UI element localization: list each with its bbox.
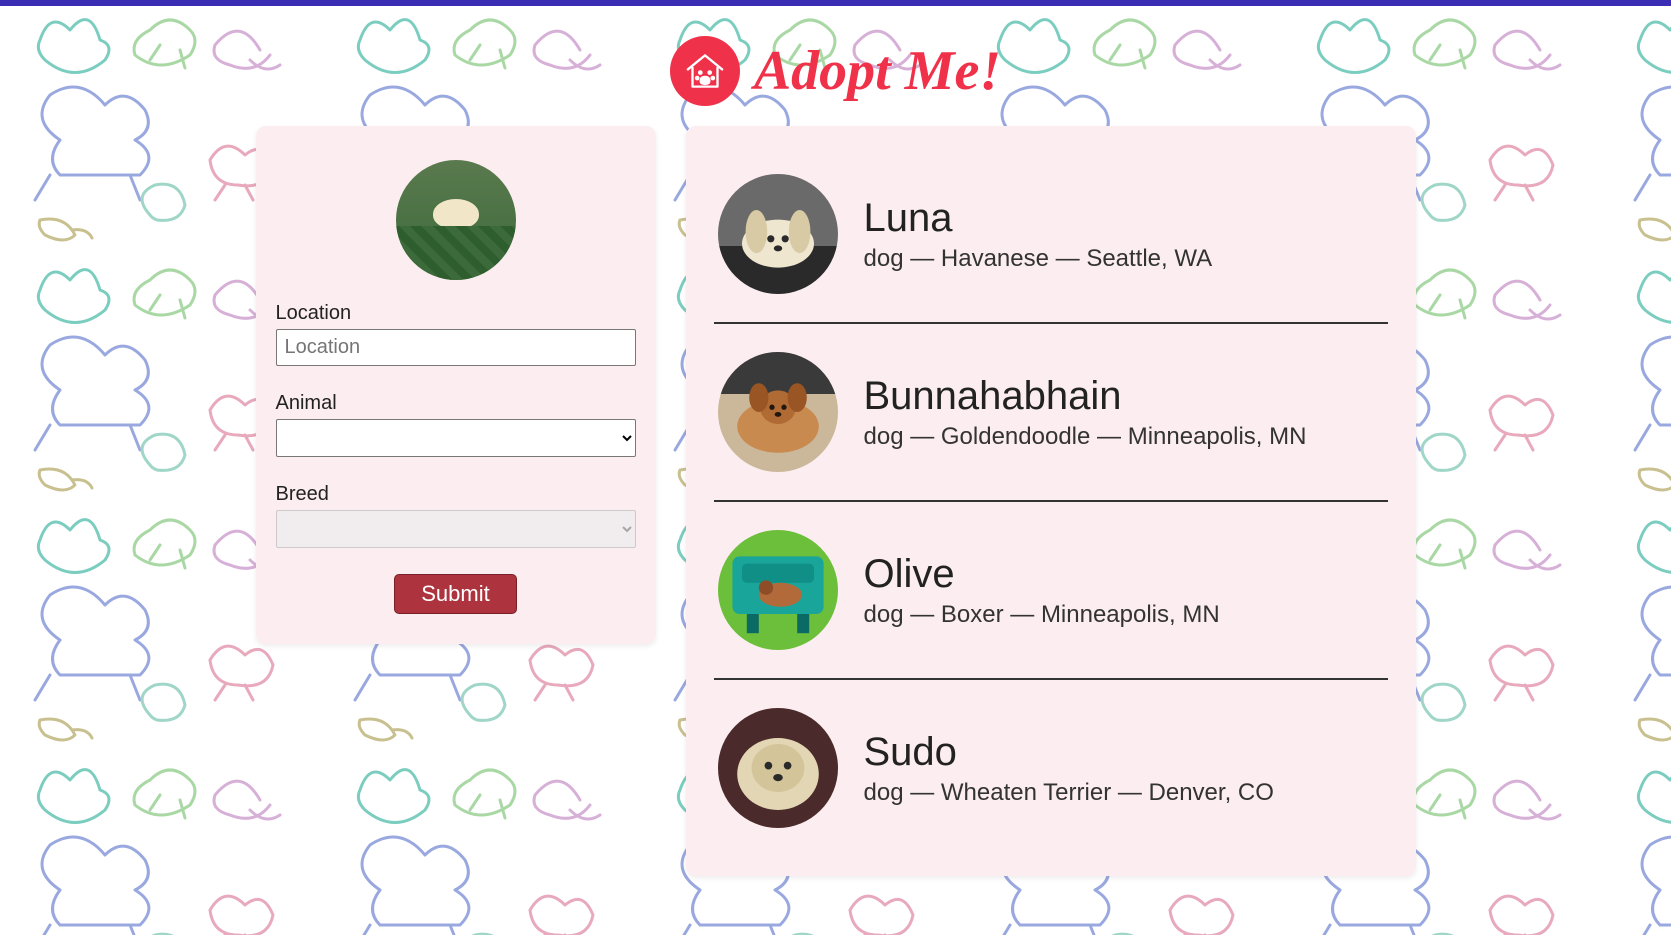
- logo-icon: [670, 36, 740, 106]
- pet-photo: [718, 174, 838, 294]
- pet-photo: [718, 352, 838, 472]
- location-input[interactable]: [276, 329, 636, 366]
- animal-label: Animal: [276, 392, 636, 415]
- result-item[interactable]: Luna dog — Havanese — Seattle, WA: [714, 146, 1388, 324]
- breed-field: Breed: [276, 483, 636, 548]
- breed-label: Breed: [276, 483, 636, 506]
- logo-title: Adopt Me!: [754, 39, 1001, 103]
- result-item[interactable]: Bunnahabhain dog — Goldendoodle — Minnea…: [714, 324, 1388, 502]
- animal-field: Animal: [276, 392, 636, 457]
- pet-name: Luna: [864, 196, 1213, 241]
- search-panel: Location Animal Breed Submit: [256, 126, 656, 644]
- pet-name: Sudo: [864, 730, 1274, 775]
- pet-details: dog — Havanese — Seattle, WA: [864, 245, 1213, 273]
- submit-button[interactable]: Submit: [394, 574, 516, 614]
- pet-photo: [718, 530, 838, 650]
- pet-details: dog — Goldendoodle — Minneapolis, MN: [864, 423, 1307, 451]
- result-item[interactable]: Olive dog — Boxer — Minneapolis, MN: [714, 502, 1388, 680]
- location-field: Location: [276, 302, 636, 366]
- pet-name: Bunnahabhain: [864, 374, 1307, 419]
- pet-details: dog — Boxer — Minneapolis, MN: [864, 601, 1220, 629]
- selected-pet-preview: [396, 160, 516, 280]
- site-header: Adopt Me!: [0, 6, 1671, 126]
- location-label: Location: [276, 302, 636, 325]
- breed-select: [276, 510, 636, 548]
- results-panel: Luna dog — Havanese — Seattle, WA: [686, 126, 1416, 876]
- result-item[interactable]: Sudo dog — Wheaten Terrier — Denver, CO: [714, 680, 1388, 856]
- pet-photo: [718, 708, 838, 828]
- pet-details: dog — Wheaten Terrier — Denver, CO: [864, 779, 1274, 807]
- pet-name: Olive: [864, 552, 1220, 597]
- animal-select[interactable]: [276, 419, 636, 457]
